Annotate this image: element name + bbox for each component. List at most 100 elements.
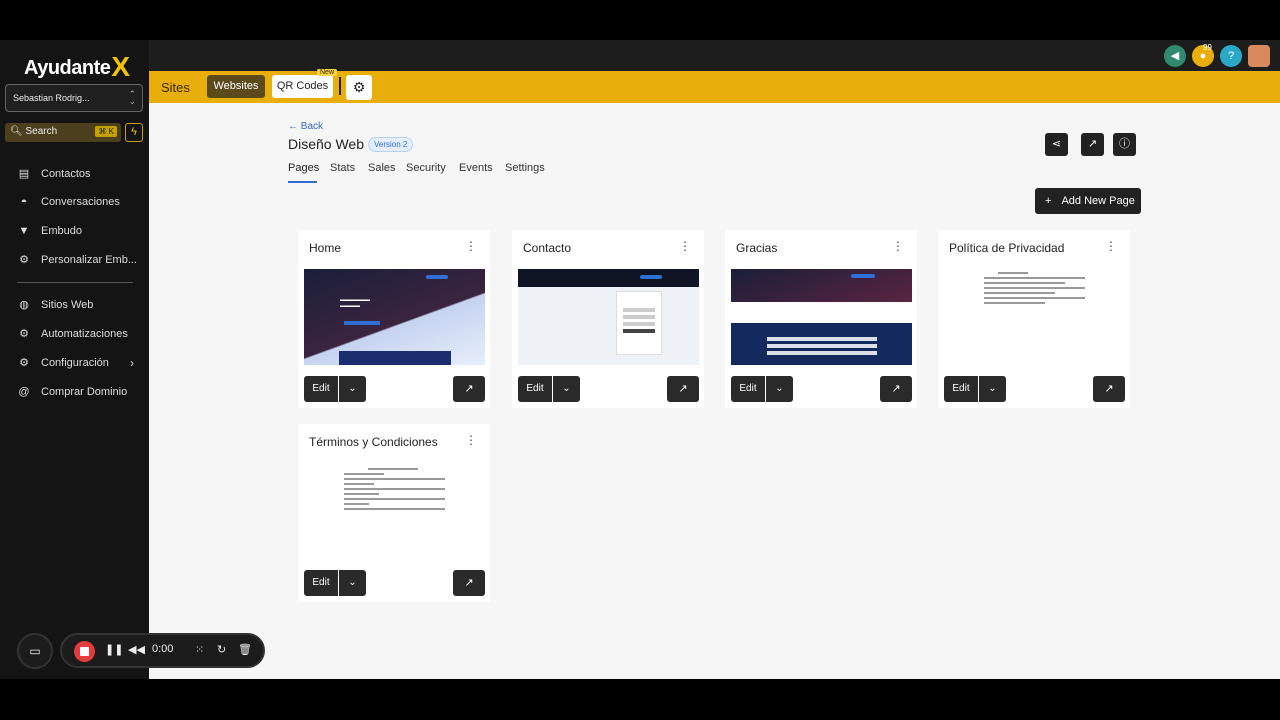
help-icon[interactable]: ? <box>1220 45 1242 67</box>
page-thumbnail[interactable] <box>731 269 912 365</box>
thumb-nav-dot <box>640 275 662 279</box>
page-thumbnail[interactable]: ▬▬▬▬▬▬ ▬▬▬▬ <box>304 269 485 365</box>
sidebar-item-personalizar[interactable]: ⚙ Personalizar Emb... <box>17 250 142 270</box>
search-button[interactable]: 🔍︎ Search ⌘ K <box>5 123 121 142</box>
chevron-right-icon: › <box>130 356 134 370</box>
tab-sales[interactable]: Sales <box>368 162 396 174</box>
more-vertical-icon[interactable]: ⋮ <box>465 433 477 447</box>
stop-record-button[interactable] <box>74 641 95 662</box>
grid-icon[interactable]: ⁙ <box>195 643 204 656</box>
tab-qr-codes[interactable]: QR Codes <box>272 75 333 98</box>
thumb-faq-rows <box>767 337 877 357</box>
recording-timer: 0:00 <box>152 643 174 655</box>
page-card-politica: Política de Privacidad ⋮ Edit ⌄ ↗ <box>938 230 1130 408</box>
account-switcher[interactable]: Sebastian Rodrig... ⌃ ⌄ <box>5 84 143 112</box>
thumb-footer-band <box>339 351 451 365</box>
chevron-down-icon[interactable]: ⌄ <box>766 376 793 402</box>
sidebar-item-conversaciones[interactable]: ◓ Conversaciones <box>17 192 142 212</box>
thumb-field <box>623 315 655 319</box>
page-thumbnail[interactable] <box>944 269 1125 365</box>
back-link[interactable]: ← Back <box>288 121 323 132</box>
chevron-down-icon[interactable]: ⌄ <box>339 376 366 402</box>
external-link-icon[interactable]: ↗ <box>1081 133 1104 156</box>
version-badge: Version 2 <box>368 137 414 152</box>
at-icon: @ <box>18 386 30 398</box>
edit-button[interactable]: Edit <box>731 376 765 402</box>
tab-pages[interactable]: Pages <box>288 162 319 174</box>
edit-button[interactable]: Edit <box>518 376 552 402</box>
chevron-down-icon[interactable]: ⌄ <box>979 376 1006 402</box>
sidebar-item-contactos[interactable]: ▤ Contactos <box>17 164 142 184</box>
avatar[interactable] <box>1248 45 1270 67</box>
megaphone-icon[interactable]: ◀ <box>1164 45 1186 67</box>
thumb-headline: ▬▬▬▬▬▬ ▬▬▬▬ <box>340 298 370 309</box>
logo: AyudanteX <box>24 51 130 82</box>
active-tab-indicator <box>288 181 317 183</box>
external-link-icon[interactable]: ↗ <box>880 376 912 402</box>
edit-button[interactable]: Edit <box>304 570 338 596</box>
pause-icon[interactable]: ❚❚ <box>105 643 123 656</box>
workflow-icon: ⚙ <box>19 328 29 340</box>
tab-events[interactable]: Events <box>459 162 493 174</box>
edit-button[interactable]: Edit <box>944 376 978 402</box>
page-card-contacto: Contacto ⋮ Edit ⌄ ↗ <box>512 230 704 408</box>
more-vertical-icon[interactable]: ⋮ <box>1105 239 1117 253</box>
add-new-page-button[interactable]: + Add New Page <box>1035 188 1141 214</box>
more-vertical-icon[interactable]: ⋮ <box>892 239 904 253</box>
thumb-faq-section <box>731 323 912 365</box>
share-icon[interactable]: ⋖ <box>1045 133 1068 156</box>
card-title: Política de Privacidad <box>949 241 1065 255</box>
tab-security[interactable]: Security <box>406 162 446 174</box>
search-icon: 🔍︎ <box>10 126 23 137</box>
trash-icon[interactable]: 🗑︎ <box>238 643 252 656</box>
sites-header: Sites Websites QR Codes New ⚙ <box>149 69 1280 103</box>
tab-settings[interactable]: Settings <box>505 162 545 174</box>
chevron-down-icon[interactable]: ⌄ <box>339 570 366 596</box>
top-bar <box>149 40 1280 71</box>
restart-icon[interactable]: ↻ <box>217 643 226 656</box>
tab-stats[interactable]: Stats <box>330 162 355 174</box>
section-title: Sites <box>161 80 190 95</box>
chat-icon: ◓ <box>20 196 28 208</box>
info-icon[interactable]: ⓘ <box>1113 133 1136 156</box>
lightning-icon[interactable]: ϟ <box>125 123 143 142</box>
rewind-icon[interactable]: ◀◀ <box>128 643 145 656</box>
sidebar: AyudanteX Sebastian Rodrig... ⌃ ⌄ 🔍︎ Sear… <box>0 40 149 679</box>
sidebar-item-comprar-dominio[interactable]: @ Comprar Dominio <box>17 382 142 402</box>
gear-icon: ⚙ <box>19 357 29 369</box>
recording-toolbar: ❚❚ ◀◀ 0:00 ⁙ ↻ 🗑︎ <box>60 633 265 668</box>
page-card-gracias: Gracias ⋮ Edit ⌄ ↗ <box>725 230 917 408</box>
chevron-down-icon[interactable]: ⌄ <box>553 376 580 402</box>
card-title: Términos y Condiciones <box>309 435 438 449</box>
sidebar-item-sitios-web[interactable]: ◍ Sitios Web <box>17 295 142 315</box>
thumb-hero <box>731 269 912 302</box>
new-tag: New <box>317 69 338 76</box>
thumb-cta <box>344 321 380 325</box>
tab-websites[interactable]: Websites <box>207 75 265 98</box>
thumb-nav-dot <box>851 274 875 278</box>
thumb-field <box>623 308 655 312</box>
edit-button[interactable]: Edit <box>304 376 338 402</box>
sidebar-item-automatizaciones[interactable]: ⚙ Automatizaciones <box>17 324 142 344</box>
external-link-icon[interactable]: ↗ <box>453 570 485 596</box>
page-thumbnail[interactable] <box>304 463 485 559</box>
thumb-button <box>623 329 655 333</box>
thumb-form <box>616 291 662 355</box>
card-title: Contacto <box>523 241 572 255</box>
camera-icon[interactable]: ▭ <box>17 633 53 669</box>
external-link-icon[interactable]: ↗ <box>667 376 699 402</box>
card-title: Home <box>309 241 342 255</box>
globe-icon: ◍ <box>19 299 29 311</box>
more-vertical-icon[interactable]: ⋮ <box>679 239 691 253</box>
sidebar-item-embudo[interactable]: ▼ Embudo <box>17 221 142 241</box>
card-title: Gracias <box>736 241 778 255</box>
page-title: Diseño Web <box>288 136 365 152</box>
more-vertical-icon[interactable]: ⋮ <box>465 239 477 253</box>
page-thumbnail[interactable] <box>518 269 699 365</box>
divider <box>339 77 341 95</box>
external-link-icon[interactable]: ↗ <box>1093 376 1125 402</box>
external-link-icon[interactable]: ↗ <box>453 376 485 402</box>
settings-gear-button[interactable]: ⚙ <box>346 75 372 100</box>
funnel-icon: ▼ <box>18 225 30 237</box>
sidebar-item-configuracion[interactable]: ⚙ Configuración › <box>17 353 142 373</box>
